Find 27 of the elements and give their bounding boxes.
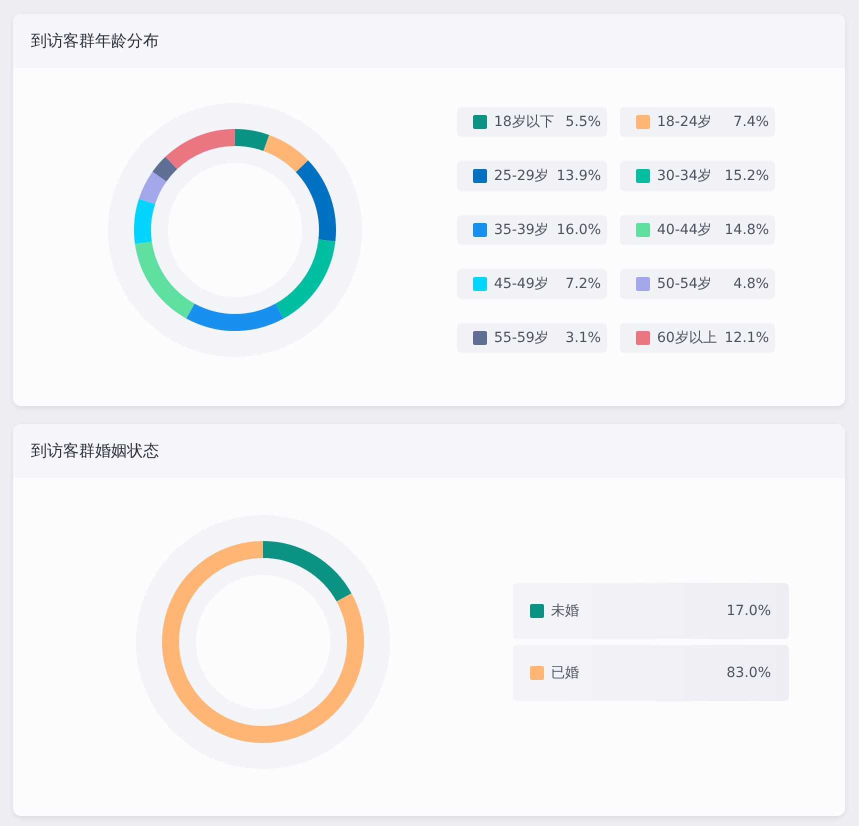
donut-slice bbox=[138, 172, 166, 204]
legend-label: 未婚 bbox=[551, 602, 579, 620]
legend-value: 5.5% bbox=[565, 114, 601, 130]
legend-value: 4.8% bbox=[733, 276, 769, 292]
legend-label: 50-54岁 bbox=[657, 275, 712, 293]
legend-value: 83.0% bbox=[726, 665, 771, 681]
legend-value: 13.9% bbox=[556, 168, 601, 184]
legend-label: 35-39岁 bbox=[494, 221, 549, 239]
card-title: 到访客群年龄分布 bbox=[31, 30, 159, 52]
legend-value: 12.1% bbox=[724, 330, 769, 346]
legend-label: 60岁以上 bbox=[657, 329, 717, 347]
legend-value: 3.1% bbox=[565, 330, 601, 346]
legend-label: 45-49岁 bbox=[494, 275, 549, 293]
legend-value: 7.2% bbox=[565, 276, 601, 292]
card-title: 到访客群婚姻状态 bbox=[31, 440, 159, 462]
legend-label: 18岁以下 bbox=[494, 113, 554, 131]
legend-value: 14.8% bbox=[724, 222, 769, 238]
legend-value: 17.0% bbox=[726, 603, 771, 619]
legend-value: 16.0% bbox=[556, 222, 601, 238]
legend-label: 25-29岁 bbox=[494, 167, 549, 185]
legend-label: 已婚 bbox=[551, 664, 579, 682]
legend-label: 30-34岁 bbox=[657, 167, 712, 185]
legend-label: 55-59岁 bbox=[494, 329, 549, 347]
legend-value: 15.2% bbox=[724, 168, 769, 184]
legend-label: 40-44岁 bbox=[657, 221, 712, 239]
legend-value: 7.4% bbox=[733, 114, 769, 130]
legend-label: 18-24岁 bbox=[657, 113, 712, 131]
